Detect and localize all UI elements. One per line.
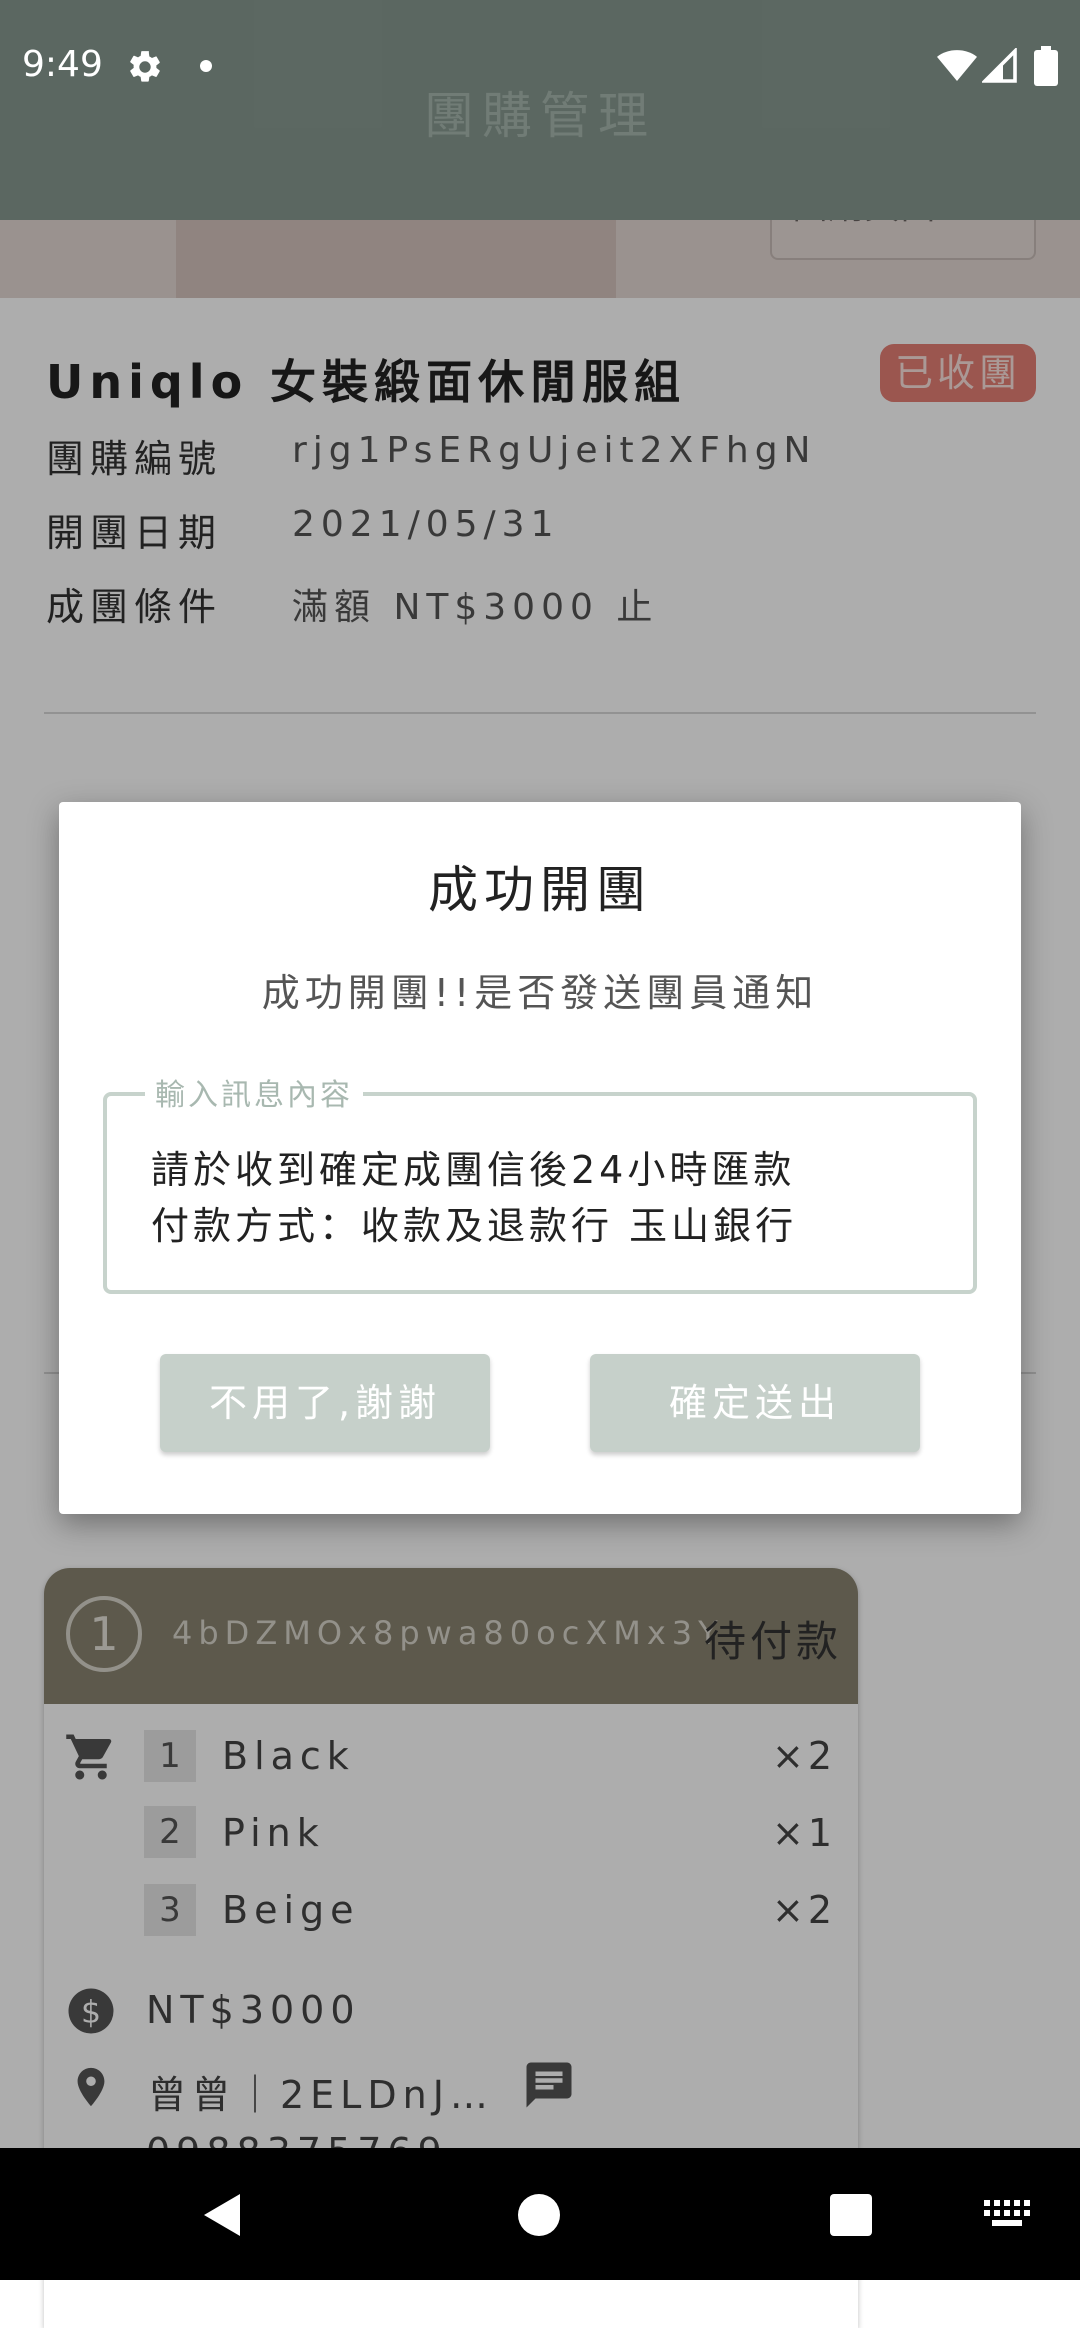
wifi-icon: [937, 50, 977, 81]
message-line: 付款方式：收款及退款行 玉山銀行: [151, 1204, 798, 1248]
battery-icon: [1034, 46, 1058, 86]
message-input[interactable]: 輸入訊息內容 請於收到確定成團信後24小時匯款 付款方式：收款及退款行 玉山銀行: [103, 1070, 977, 1294]
recents-icon[interactable]: [830, 2194, 872, 2236]
message-input-label: 輸入訊息內容: [145, 1070, 363, 1114]
cancel-button[interactable]: 不用了,謝謝: [160, 1354, 490, 1452]
back-icon[interactable]: [200, 2192, 244, 2238]
keyboard-icon[interactable]: [984, 2200, 1030, 2230]
dot-icon: [200, 60, 212, 72]
system-nav-bar: [0, 2148, 1080, 2280]
confirm-send-button[interactable]: 確定送出: [590, 1354, 920, 1452]
message-line: 請於收到確定成團信後24小時匯款: [151, 1148, 796, 1192]
success-dialog: 成功開團 成功開團!!是否發送團員通知 輸入訊息內容 請於收到確定成團信後24小…: [59, 802, 1021, 1514]
dialog-title: 成功開團: [428, 861, 652, 919]
status-time: 9:49: [22, 44, 103, 85]
home-icon[interactable]: [518, 2194, 560, 2236]
signal-icon: [982, 48, 1017, 83]
gear-icon: [130, 51, 160, 82]
dialog-message: 成功開團!!是否發送團員通知: [261, 971, 819, 1015]
message-input-value[interactable]: 請於收到確定成團信後24小時匯款 付款方式：收款及退款行 玉山銀行: [151, 1142, 797, 1254]
